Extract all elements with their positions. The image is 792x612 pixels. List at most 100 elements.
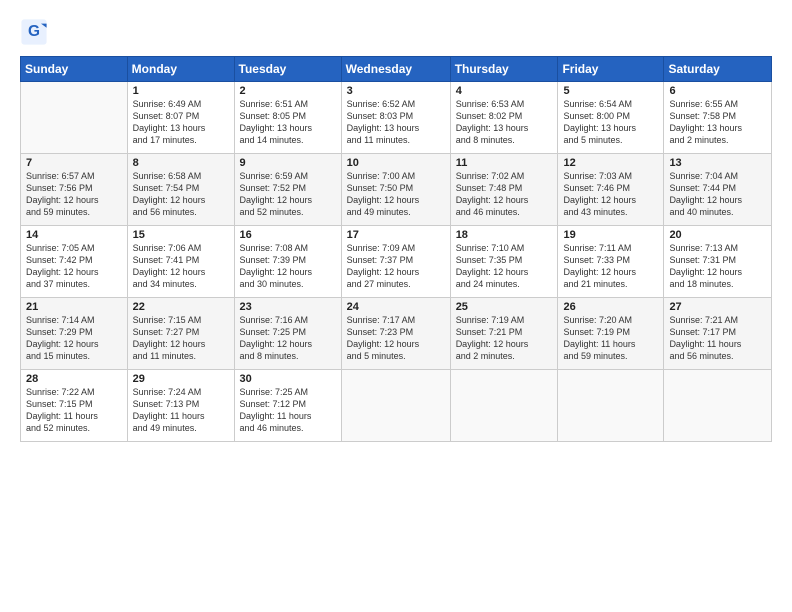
weekday-header-wednesday: Wednesday bbox=[341, 57, 450, 82]
day-number: 2 bbox=[240, 85, 336, 97]
day-number: 7 bbox=[26, 157, 122, 169]
day-info: Sunrise: 6:52 AM Sunset: 8:03 PM Dayligh… bbox=[347, 98, 445, 147]
day-info: Sunrise: 7:16 AM Sunset: 7:25 PM Dayligh… bbox=[240, 314, 336, 363]
day-cell: 10Sunrise: 7:00 AM Sunset: 7:50 PM Dayli… bbox=[341, 154, 450, 226]
day-number: 3 bbox=[347, 85, 445, 97]
weekday-header-monday: Monday bbox=[127, 57, 234, 82]
day-cell: 25Sunrise: 7:19 AM Sunset: 7:21 PM Dayli… bbox=[450, 298, 558, 370]
day-info: Sunrise: 6:58 AM Sunset: 7:54 PM Dayligh… bbox=[133, 170, 229, 219]
day-info: Sunrise: 7:11 AM Sunset: 7:33 PM Dayligh… bbox=[563, 242, 658, 291]
day-info: Sunrise: 6:51 AM Sunset: 8:05 PM Dayligh… bbox=[240, 98, 336, 147]
day-cell: 23Sunrise: 7:16 AM Sunset: 7:25 PM Dayli… bbox=[234, 298, 341, 370]
day-number: 11 bbox=[456, 157, 553, 169]
day-info: Sunrise: 7:09 AM Sunset: 7:37 PM Dayligh… bbox=[347, 242, 445, 291]
day-info: Sunrise: 7:08 AM Sunset: 7:39 PM Dayligh… bbox=[240, 242, 336, 291]
logo-icon: G bbox=[20, 18, 48, 46]
day-info: Sunrise: 6:59 AM Sunset: 7:52 PM Dayligh… bbox=[240, 170, 336, 219]
day-info: Sunrise: 6:57 AM Sunset: 7:56 PM Dayligh… bbox=[26, 170, 122, 219]
weekday-header-row: SundayMondayTuesdayWednesdayThursdayFrid… bbox=[21, 57, 772, 82]
day-number: 1 bbox=[133, 85, 229, 97]
day-cell: 12Sunrise: 7:03 AM Sunset: 7:46 PM Dayli… bbox=[558, 154, 664, 226]
day-number: 18 bbox=[456, 229, 553, 241]
day-cell: 26Sunrise: 7:20 AM Sunset: 7:19 PM Dayli… bbox=[558, 298, 664, 370]
day-cell bbox=[21, 82, 128, 154]
day-info: Sunrise: 7:21 AM Sunset: 7:17 PM Dayligh… bbox=[669, 314, 766, 363]
day-cell: 28Sunrise: 7:22 AM Sunset: 7:15 PM Dayli… bbox=[21, 370, 128, 442]
day-info: Sunrise: 7:24 AM Sunset: 7:13 PM Dayligh… bbox=[133, 386, 229, 435]
weekday-header-saturday: Saturday bbox=[664, 57, 772, 82]
day-cell: 7Sunrise: 6:57 AM Sunset: 7:56 PM Daylig… bbox=[21, 154, 128, 226]
day-info: Sunrise: 7:20 AM Sunset: 7:19 PM Dayligh… bbox=[563, 314, 658, 363]
day-cell: 5Sunrise: 6:54 AM Sunset: 8:00 PM Daylig… bbox=[558, 82, 664, 154]
day-number: 16 bbox=[240, 229, 336, 241]
day-number: 23 bbox=[240, 301, 336, 313]
week-row-2: 7Sunrise: 6:57 AM Sunset: 7:56 PM Daylig… bbox=[21, 154, 772, 226]
day-info: Sunrise: 7:13 AM Sunset: 7:31 PM Dayligh… bbox=[669, 242, 766, 291]
day-cell bbox=[341, 370, 450, 442]
day-cell: 21Sunrise: 7:14 AM Sunset: 7:29 PM Dayli… bbox=[21, 298, 128, 370]
day-cell: 9Sunrise: 6:59 AM Sunset: 7:52 PM Daylig… bbox=[234, 154, 341, 226]
day-number: 28 bbox=[26, 373, 122, 385]
calendar-table: SundayMondayTuesdayWednesdayThursdayFrid… bbox=[20, 56, 772, 442]
day-cell: 1Sunrise: 6:49 AM Sunset: 8:07 PM Daylig… bbox=[127, 82, 234, 154]
page-header: G bbox=[20, 18, 772, 46]
day-number: 4 bbox=[456, 85, 553, 97]
day-info: Sunrise: 7:14 AM Sunset: 7:29 PM Dayligh… bbox=[26, 314, 122, 363]
day-cell: 13Sunrise: 7:04 AM Sunset: 7:44 PM Dayli… bbox=[664, 154, 772, 226]
day-info: Sunrise: 7:05 AM Sunset: 7:42 PM Dayligh… bbox=[26, 242, 122, 291]
day-number: 15 bbox=[133, 229, 229, 241]
day-cell: 4Sunrise: 6:53 AM Sunset: 8:02 PM Daylig… bbox=[450, 82, 558, 154]
day-cell: 8Sunrise: 6:58 AM Sunset: 7:54 PM Daylig… bbox=[127, 154, 234, 226]
day-info: Sunrise: 6:54 AM Sunset: 8:00 PM Dayligh… bbox=[563, 98, 658, 147]
weekday-header-sunday: Sunday bbox=[21, 57, 128, 82]
day-number: 5 bbox=[563, 85, 658, 97]
day-cell: 27Sunrise: 7:21 AM Sunset: 7:17 PM Dayli… bbox=[664, 298, 772, 370]
day-cell: 17Sunrise: 7:09 AM Sunset: 7:37 PM Dayli… bbox=[341, 226, 450, 298]
day-info: Sunrise: 6:53 AM Sunset: 8:02 PM Dayligh… bbox=[456, 98, 553, 147]
day-number: 20 bbox=[669, 229, 766, 241]
day-number: 25 bbox=[456, 301, 553, 313]
weekday-header-friday: Friday bbox=[558, 57, 664, 82]
day-number: 24 bbox=[347, 301, 445, 313]
day-number: 13 bbox=[669, 157, 766, 169]
day-cell bbox=[558, 370, 664, 442]
day-number: 9 bbox=[240, 157, 336, 169]
logo: G bbox=[20, 18, 52, 46]
day-cell: 19Sunrise: 7:11 AM Sunset: 7:33 PM Dayli… bbox=[558, 226, 664, 298]
day-info: Sunrise: 7:03 AM Sunset: 7:46 PM Dayligh… bbox=[563, 170, 658, 219]
day-info: Sunrise: 7:06 AM Sunset: 7:41 PM Dayligh… bbox=[133, 242, 229, 291]
day-cell: 3Sunrise: 6:52 AM Sunset: 8:03 PM Daylig… bbox=[341, 82, 450, 154]
day-info: Sunrise: 7:17 AM Sunset: 7:23 PM Dayligh… bbox=[347, 314, 445, 363]
weekday-header-tuesday: Tuesday bbox=[234, 57, 341, 82]
day-cell: 24Sunrise: 7:17 AM Sunset: 7:23 PM Dayli… bbox=[341, 298, 450, 370]
day-cell: 30Sunrise: 7:25 AM Sunset: 7:12 PM Dayli… bbox=[234, 370, 341, 442]
day-cell: 11Sunrise: 7:02 AM Sunset: 7:48 PM Dayli… bbox=[450, 154, 558, 226]
day-number: 17 bbox=[347, 229, 445, 241]
day-cell bbox=[664, 370, 772, 442]
day-info: Sunrise: 7:22 AM Sunset: 7:15 PM Dayligh… bbox=[26, 386, 122, 435]
week-row-3: 14Sunrise: 7:05 AM Sunset: 7:42 PM Dayli… bbox=[21, 226, 772, 298]
day-info: Sunrise: 7:10 AM Sunset: 7:35 PM Dayligh… bbox=[456, 242, 553, 291]
day-info: Sunrise: 7:15 AM Sunset: 7:27 PM Dayligh… bbox=[133, 314, 229, 363]
day-cell: 16Sunrise: 7:08 AM Sunset: 7:39 PM Dayli… bbox=[234, 226, 341, 298]
day-info: Sunrise: 7:25 AM Sunset: 7:12 PM Dayligh… bbox=[240, 386, 336, 435]
day-number: 12 bbox=[563, 157, 658, 169]
day-cell: 22Sunrise: 7:15 AM Sunset: 7:27 PM Dayli… bbox=[127, 298, 234, 370]
day-info: Sunrise: 7:00 AM Sunset: 7:50 PM Dayligh… bbox=[347, 170, 445, 219]
weekday-header-thursday: Thursday bbox=[450, 57, 558, 82]
day-cell: 18Sunrise: 7:10 AM Sunset: 7:35 PM Dayli… bbox=[450, 226, 558, 298]
week-row-4: 21Sunrise: 7:14 AM Sunset: 7:29 PM Dayli… bbox=[21, 298, 772, 370]
day-cell: 15Sunrise: 7:06 AM Sunset: 7:41 PM Dayli… bbox=[127, 226, 234, 298]
day-number: 30 bbox=[240, 373, 336, 385]
day-cell: 2Sunrise: 6:51 AM Sunset: 8:05 PM Daylig… bbox=[234, 82, 341, 154]
day-info: Sunrise: 7:19 AM Sunset: 7:21 PM Dayligh… bbox=[456, 314, 553, 363]
day-number: 8 bbox=[133, 157, 229, 169]
week-row-5: 28Sunrise: 7:22 AM Sunset: 7:15 PM Dayli… bbox=[21, 370, 772, 442]
day-number: 22 bbox=[133, 301, 229, 313]
day-info: Sunrise: 7:02 AM Sunset: 7:48 PM Dayligh… bbox=[456, 170, 553, 219]
day-number: 27 bbox=[669, 301, 766, 313]
day-number: 19 bbox=[563, 229, 658, 241]
day-number: 10 bbox=[347, 157, 445, 169]
day-cell: 20Sunrise: 7:13 AM Sunset: 7:31 PM Dayli… bbox=[664, 226, 772, 298]
svg-text:G: G bbox=[28, 23, 40, 40]
